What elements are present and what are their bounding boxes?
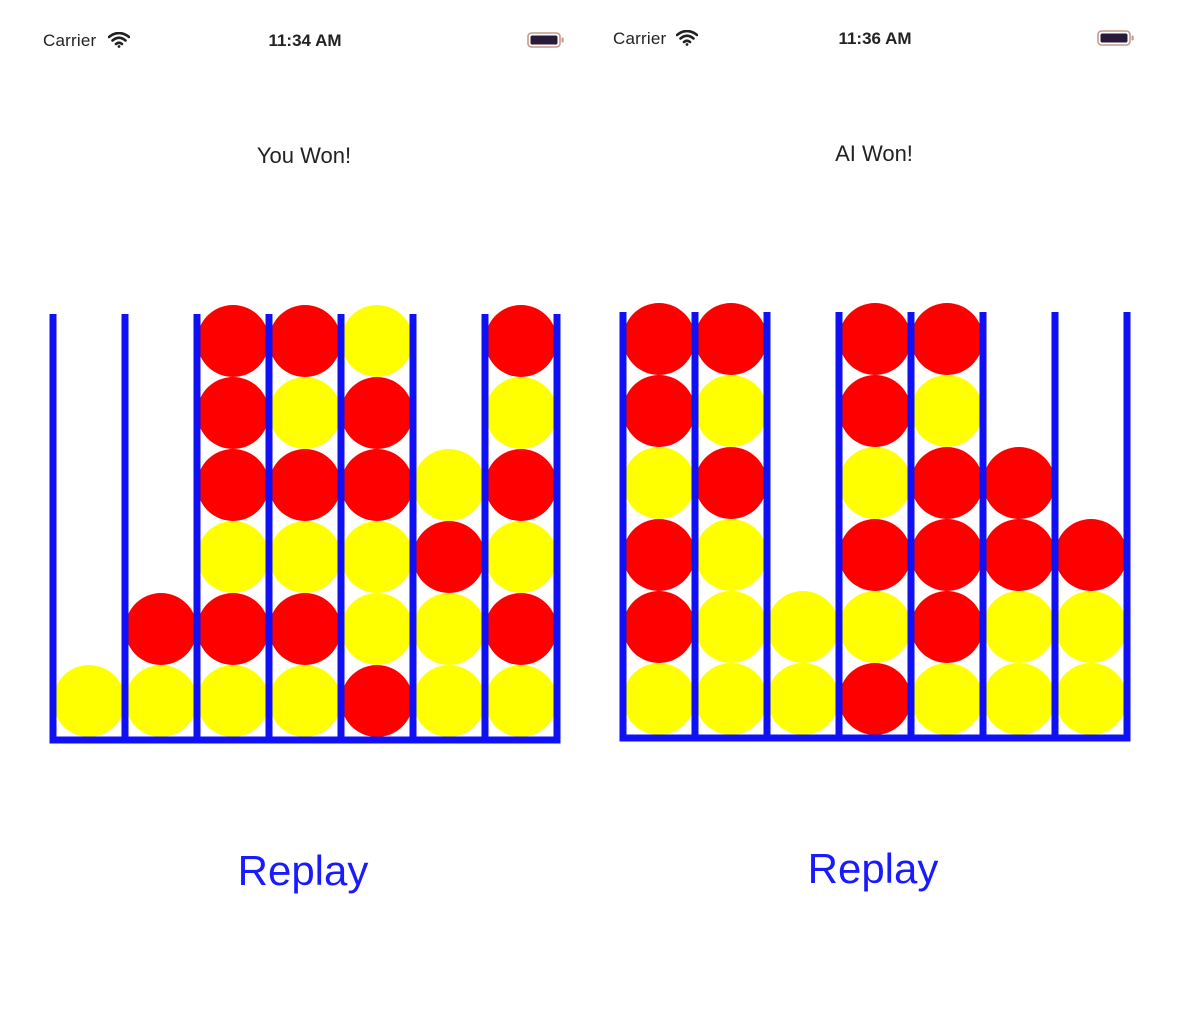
- yellow-disc: [983, 663, 1055, 735]
- yellow-disc: [839, 591, 911, 663]
- wifi-icon: [108, 32, 130, 48]
- status-time: 11:34 AM: [268, 31, 342, 50]
- yellow-disc: [125, 665, 197, 737]
- red-disc: [623, 591, 695, 663]
- red-disc: [695, 447, 767, 519]
- yellow-disc: [269, 665, 341, 737]
- yellow-disc: [53, 665, 125, 737]
- yellow-disc: [767, 591, 839, 663]
- red-disc: [341, 449, 413, 521]
- red-disc: [269, 593, 341, 665]
- red-disc: [911, 447, 983, 519]
- result-text: You Won!: [256, 143, 352, 168]
- yellow-disc: [341, 305, 413, 377]
- red-disc: [197, 593, 269, 665]
- yellow-disc: [485, 521, 557, 593]
- yellow-disc: [839, 447, 911, 519]
- red-disc: [911, 303, 983, 375]
- red-disc: [125, 593, 197, 665]
- red-disc: [341, 665, 413, 737]
- red-disc: [839, 519, 911, 591]
- yellow-disc: [413, 593, 485, 665]
- red-disc: [623, 303, 695, 375]
- yellow-disc: [623, 447, 695, 519]
- yellow-disc: [197, 521, 269, 593]
- red-disc: [485, 449, 557, 521]
- yellow-disc: [269, 521, 341, 593]
- yellow-disc: [623, 663, 695, 735]
- red-disc: [839, 663, 911, 735]
- yellow-disc: [413, 449, 485, 521]
- yellow-disc: [197, 665, 269, 737]
- yellow-disc: [485, 377, 557, 449]
- battery-icon: [527, 32, 564, 48]
- red-disc: [983, 447, 1055, 519]
- red-disc: [983, 519, 1055, 591]
- red-disc: [839, 375, 911, 447]
- yellow-disc: [911, 375, 983, 447]
- carrier-label: Carrier: [43, 31, 97, 50]
- replay-button[interactable]: Replay: [153, 847, 453, 895]
- game-screen-2: Carrier 11:36 AM AI Won! Replay: [593, 0, 1186, 1016]
- game-screen-1: Carrier 11:34 AM You Won! Replay: [0, 0, 593, 1016]
- red-disc: [341, 377, 413, 449]
- result-text: AI Won!: [835, 141, 913, 166]
- battery-icon: [1097, 30, 1134, 46]
- red-disc: [623, 375, 695, 447]
- status-time: 11:36 AM: [838, 29, 912, 48]
- red-disc: [485, 305, 557, 377]
- red-disc: [413, 521, 485, 593]
- red-disc: [695, 303, 767, 375]
- carrier-label: Carrier: [613, 29, 667, 48]
- yellow-disc: [413, 665, 485, 737]
- red-disc: [911, 519, 983, 591]
- red-disc: [839, 303, 911, 375]
- red-disc: [197, 449, 269, 521]
- yellow-disc: [485, 665, 557, 737]
- game-board[interactable]: [617, 303, 1137, 744]
- replay-button[interactable]: Replay: [723, 845, 1023, 893]
- red-disc: [269, 305, 341, 377]
- yellow-disc: [695, 375, 767, 447]
- yellow-disc: [695, 663, 767, 735]
- yellow-disc: [695, 591, 767, 663]
- yellow-disc: [1055, 663, 1127, 735]
- red-disc: [197, 305, 269, 377]
- red-disc: [269, 449, 341, 521]
- wifi-icon: [676, 30, 698, 46]
- yellow-disc: [341, 593, 413, 665]
- yellow-disc: [1055, 591, 1127, 663]
- yellow-disc: [767, 663, 839, 735]
- yellow-disc: [911, 663, 983, 735]
- yellow-disc: [341, 521, 413, 593]
- red-disc: [485, 593, 557, 665]
- yellow-disc: [695, 519, 767, 591]
- game-board[interactable]: [47, 305, 567, 746]
- red-disc: [197, 377, 269, 449]
- red-disc: [623, 519, 695, 591]
- red-disc: [911, 591, 983, 663]
- yellow-disc: [983, 591, 1055, 663]
- red-disc: [1055, 519, 1127, 591]
- yellow-disc: [269, 377, 341, 449]
